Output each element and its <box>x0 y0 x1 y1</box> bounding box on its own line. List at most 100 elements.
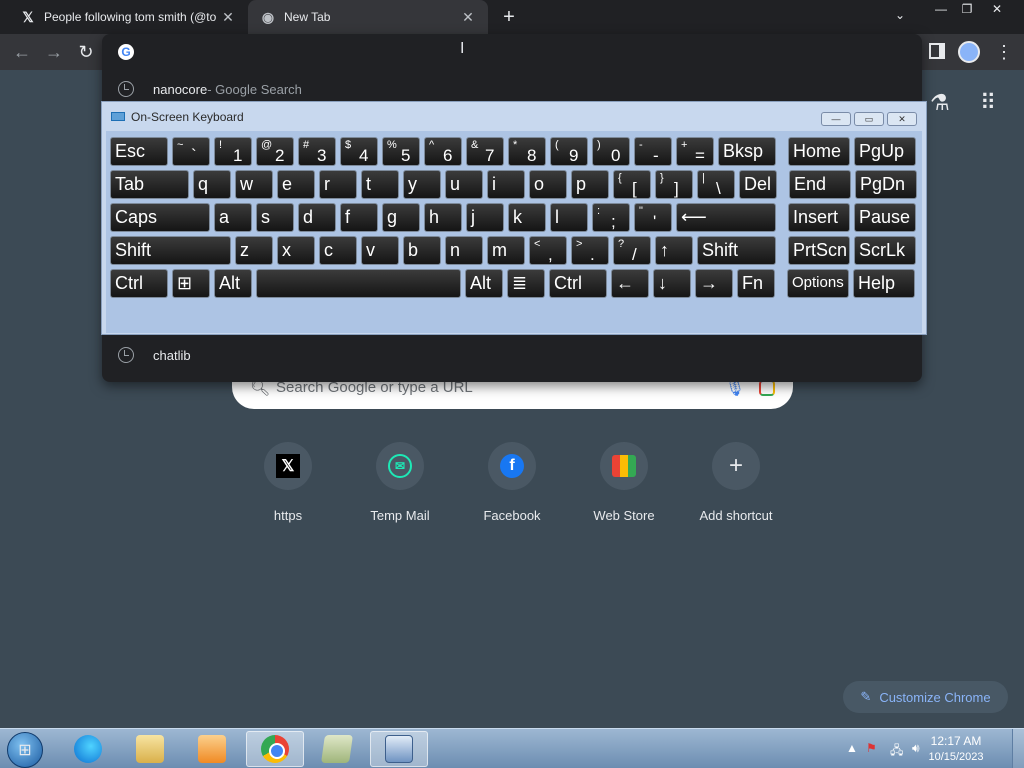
key-t[interactable]: t <box>361 170 399 199</box>
taskbar-notes-button[interactable] <box>308 731 366 767</box>
side-panel-icon[interactable] <box>929 43 945 59</box>
key-c[interactable]: c <box>319 236 357 265</box>
reload-icon[interactable]: ↻ <box>74 40 98 64</box>
key-rshift[interactable]: Shift <box>697 236 776 265</box>
key-rbracket[interactable]: }] <box>655 170 693 199</box>
key-7[interactable]: & 7 <box>466 137 504 166</box>
key-options[interactable]: Options <box>787 269 849 298</box>
shortcut-temp-mail[interactable]: ✉ Temp Mail <box>344 442 456 523</box>
labs-flask-icon[interactable]: ⚗ <box>930 90 950 116</box>
new-tab-button[interactable]: + <box>498 6 520 28</box>
key-d[interactable]: d <box>298 203 336 232</box>
key-4[interactable]: $4 <box>340 137 378 166</box>
key-down[interactable]: ↓ <box>653 269 691 298</box>
key-menu[interactable]: ≣ <box>507 269 545 298</box>
taskbar-clock-time[interactable]: 12:17 AM <box>930 734 982 748</box>
tab-close-icon[interactable]: ✕ <box>460 9 476 26</box>
key-g[interactable]: g <box>382 203 420 232</box>
back-arrow-icon[interactable]: ← <box>10 40 34 64</box>
key-del[interactable]: Del <box>739 170 777 199</box>
key-n[interactable]: n <box>445 236 483 265</box>
window-restore-button[interactable]: ❐ <box>952 0 982 18</box>
key-0[interactable]: ) 0 <box>592 137 630 166</box>
key-e[interactable]: e <box>277 170 315 199</box>
taskbar-edge-button[interactable] <box>59 731 117 767</box>
key-1[interactable]: ! 1 <box>214 137 252 166</box>
key-lalt[interactable]: Alt <box>214 269 252 298</box>
key-scrlk[interactable]: ScrLk <box>854 236 916 265</box>
key-prtscn[interactable]: PrtScn <box>788 236 850 265</box>
key-w[interactable]: w <box>235 170 273 199</box>
key-m[interactable]: m <box>487 236 525 265</box>
osk-maximize-button[interactable]: ▭ <box>854 112 884 126</box>
key-comma[interactable]: <, <box>529 236 567 265</box>
key-p[interactable]: p <box>571 170 609 199</box>
key-6[interactable]: ^ 6 <box>424 137 462 166</box>
action-center-flag-icon[interactable]: ⚑ <box>866 741 877 755</box>
key-rctrl[interactable]: Ctrl <box>549 269 607 298</box>
key-k[interactable]: k <box>508 203 546 232</box>
key-pgup[interactable]: PgUp <box>854 137 916 166</box>
key-y[interactable]: y <box>403 170 441 199</box>
shortcut-facebook[interactable]: f Facebook <box>456 442 568 523</box>
key-home[interactable]: Home <box>788 137 850 166</box>
key-tab[interactable]: Tab <box>110 170 189 199</box>
key-enter[interactable]: ⟵ <box>676 203 776 232</box>
key-pause[interactable]: Pause <box>854 203 916 232</box>
forward-arrow-icon[interactable]: → <box>42 40 66 64</box>
taskbar-clock-date[interactable]: 10/15/2023 <box>926 751 986 763</box>
key-u[interactable]: u <box>445 170 483 199</box>
key-8[interactable]: * 8 <box>508 137 546 166</box>
key-9[interactable]: (9 <box>550 137 588 166</box>
key-left[interactable]: ← <box>611 269 649 298</box>
key-fn[interactable]: Fn <box>737 269 775 298</box>
key-help[interactable]: Help <box>853 269 915 298</box>
osk-minimize-button[interactable]: — <box>821 112 851 126</box>
show-desktop-button[interactable] <box>1012 729 1024 768</box>
key-z[interactable]: z <box>235 236 273 265</box>
key-bksp[interactable]: Bksp <box>718 137 776 166</box>
key-lctrl[interactable]: Ctrl <box>110 269 168 298</box>
key-minus[interactable]: -- <box>634 137 672 166</box>
key-period[interactable]: >. <box>571 236 609 265</box>
shortcut-web-store[interactable]: Web Store <box>568 442 680 523</box>
key-slash[interactable]: ? / <box>613 236 651 265</box>
start-button[interactable]: ⊞ <box>7 732 43 768</box>
key-o[interactable]: o <box>529 170 567 199</box>
omnibox-suggestion[interactable]: chatlib <box>102 339 922 371</box>
key-ralt[interactable]: Alt <box>465 269 503 298</box>
key-b[interactable]: b <box>403 236 441 265</box>
key-q[interactable]: q <box>193 170 231 199</box>
key-s[interactable]: s <box>256 203 294 232</box>
key-caps[interactable]: Caps <box>110 203 210 232</box>
add-shortcut-button[interactable]: + Add shortcut <box>680 442 792 523</box>
google-apps-icon[interactable]: ⠿ <box>980 90 996 116</box>
key-5[interactable]: % 5 <box>382 137 420 166</box>
customize-chrome-button[interactable]: ✎ Customize Chrome <box>843 681 1008 713</box>
key-pgdn[interactable]: PgDn <box>855 170 917 199</box>
key-j[interactable]: j <box>466 203 504 232</box>
key-l[interactable]: l <box>550 203 588 232</box>
tab-search-chevron-icon[interactable]: ⌄ <box>895 8 905 22</box>
key-f[interactable]: f <box>340 203 378 232</box>
more-menu-icon[interactable]: ⋮ <box>995 42 1013 62</box>
key-right[interactable]: → <box>695 269 733 298</box>
key-space[interactable] <box>256 269 461 298</box>
taskbar-chrome-button[interactable] <box>246 731 304 767</box>
key-i[interactable]: i <box>487 170 525 199</box>
window-close-button[interactable]: ✕ <box>982 0 1012 18</box>
key-insert[interactable]: Insert <box>788 203 850 232</box>
tab-close-icon[interactable]: ✕ <box>220 9 236 26</box>
key-backslash[interactable]: | \ <box>697 170 735 199</box>
taskbar-osk-button[interactable] <box>370 731 428 767</box>
key-quote[interactable]: " ' <box>634 203 672 232</box>
volume-icon[interactable]: 🔊︎ <box>912 741 920 756</box>
profile-avatar[interactable] <box>958 41 980 63</box>
key-semicolon[interactable]: :; <box>592 203 630 232</box>
key-a[interactable]: a <box>214 203 252 232</box>
show-hidden-icons-icon[interactable]: ▲ <box>846 741 858 755</box>
osk-titlebar[interactable]: On-Screen Keyboard <box>102 102 926 131</box>
key-3[interactable]: #3 <box>298 137 336 166</box>
key-up[interactable]: ↑ <box>655 236 693 265</box>
key-equals[interactable]: + = <box>676 137 714 166</box>
